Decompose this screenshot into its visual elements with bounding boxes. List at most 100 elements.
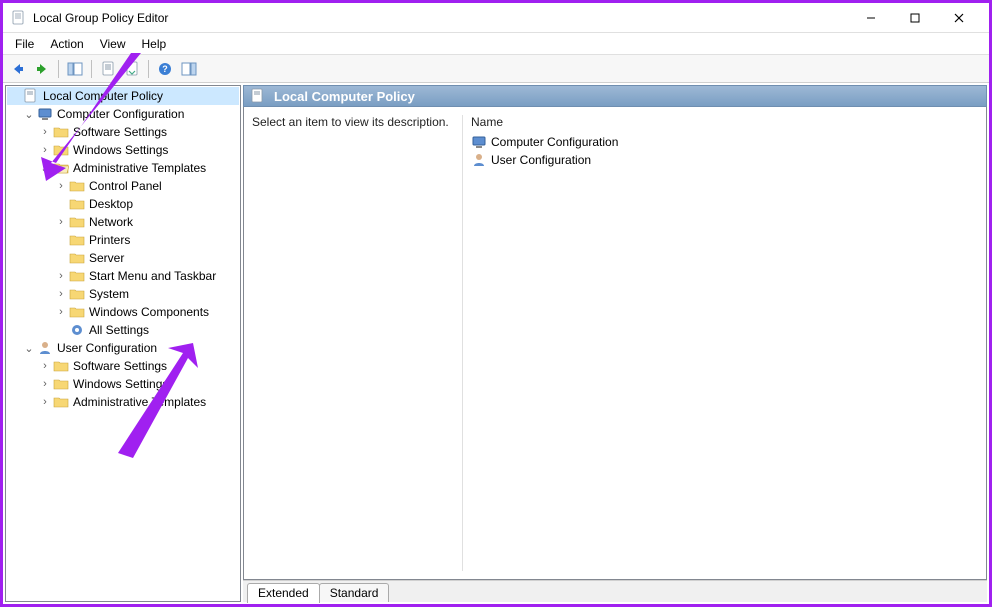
help-button[interactable]: ? — [154, 58, 176, 80]
list-item-computer-config[interactable]: Computer Configuration — [471, 133, 978, 151]
twisty-spacer — [55, 252, 67, 264]
policy-icon — [250, 88, 266, 104]
content-area: Local Computer Policy ⌄ Computer Configu… — [3, 83, 989, 604]
tree-components[interactable]: › Windows Components — [7, 303, 239, 321]
tree-user-config[interactable]: ⌄ User Configuration — [7, 339, 239, 357]
svg-text:?: ? — [162, 64, 168, 74]
export-button[interactable] — [121, 58, 143, 80]
tree-label: Network — [89, 215, 133, 229]
tree-uc-software[interactable]: › Software Settings — [7, 357, 239, 375]
expand-collapse-icon[interactable]: › — [39, 144, 51, 156]
show-hide-actionpane-button[interactable] — [178, 58, 200, 80]
tree-label: Printers — [89, 233, 130, 247]
expand-collapse-icon[interactable]: › — [39, 396, 51, 408]
tree-network[interactable]: › Network — [7, 213, 239, 231]
tree-uc-admin[interactable]: › Administrative Templates — [7, 393, 239, 411]
detail-header: Local Computer Policy — [243, 85, 987, 107]
expand-collapse-icon[interactable]: › — [39, 378, 51, 390]
folder-icon — [53, 394, 69, 410]
folder-icon — [69, 250, 85, 266]
expand-collapse-icon[interactable]: › — [55, 180, 67, 192]
expand-collapse-icon[interactable]: › — [55, 216, 67, 228]
tree-label: Software Settings — [73, 359, 167, 373]
description-column: Select an item to view its description. — [252, 115, 462, 571]
tab-extended[interactable]: Extended — [247, 583, 320, 603]
minimize-button[interactable] — [849, 4, 893, 32]
properties-button[interactable] — [97, 58, 119, 80]
policy-icon — [23, 88, 39, 104]
folder-icon — [53, 358, 69, 374]
tree-label: Control Panel — [89, 179, 162, 193]
folder-icon — [53, 142, 69, 158]
tree-label: Software Settings — [73, 125, 167, 139]
folder-icon — [69, 304, 85, 320]
tab-standard[interactable]: Standard — [319, 583, 390, 602]
tree-computer-config[interactable]: ⌄ Computer Configuration — [7, 105, 239, 123]
toolbar-separator — [58, 60, 59, 78]
twisty-spacer — [55, 198, 67, 210]
expand-collapse-icon[interactable]: ⌄ — [23, 108, 35, 120]
list-label: Computer Configuration — [491, 135, 618, 149]
close-button[interactable] — [937, 4, 981, 32]
folder-icon — [69, 286, 85, 302]
tree-root[interactable]: Local Computer Policy — [7, 87, 239, 105]
folder-icon — [69, 178, 85, 194]
toolbar-separator — [148, 60, 149, 78]
expand-collapse-icon[interactable]: › — [55, 306, 67, 318]
tree-printers[interactable]: Printers — [7, 231, 239, 249]
user-icon — [37, 340, 53, 356]
tree-label: System — [89, 287, 129, 301]
tree-label: Server — [89, 251, 124, 265]
tree-desktop[interactable]: Desktop — [7, 195, 239, 213]
folder-icon — [53, 124, 69, 140]
folder-icon — [53, 376, 69, 392]
expand-collapse-icon[interactable]: ⌄ — [23, 342, 35, 354]
tree-cc-admin[interactable]: ⌄ Administrative Templates — [7, 159, 239, 177]
list-item-user-config[interactable]: User Configuration — [471, 151, 978, 169]
tree-label: Start Menu and Taskbar — [89, 269, 216, 283]
toolbar: ? — [3, 55, 989, 83]
tree-cc-windows[interactable]: › Windows Settings — [7, 141, 239, 159]
tabstrip: Extended Standard — [243, 580, 987, 602]
tree-label: Windows Settings — [73, 377, 168, 391]
column-header-name[interactable]: Name — [471, 115, 978, 133]
tree-label: Administrative Templates — [73, 161, 206, 175]
menu-help[interactable]: Help — [134, 35, 175, 53]
tree-uc-windows[interactable]: › Windows Settings — [7, 375, 239, 393]
folder-icon — [69, 196, 85, 212]
tree-label: Local Computer Policy — [43, 89, 163, 103]
computer-icon — [37, 106, 53, 122]
menu-action[interactable]: Action — [42, 35, 91, 53]
back-button[interactable] — [7, 58, 29, 80]
menu-view[interactable]: View — [92, 35, 134, 53]
expand-collapse-icon[interactable]: › — [55, 288, 67, 300]
tree-cc-software[interactable]: › Software Settings — [7, 123, 239, 141]
tree-startmenu[interactable]: › Start Menu and Taskbar — [7, 267, 239, 285]
expand-collapse-icon[interactable]: ⌄ — [39, 162, 51, 174]
tree-label: User Configuration — [57, 341, 157, 355]
maximize-button[interactable] — [893, 4, 937, 32]
expand-collapse-icon[interactable]: › — [39, 126, 51, 138]
expand-collapse-icon[interactable]: › — [39, 360, 51, 372]
list-label: User Configuration — [491, 153, 591, 167]
folder-open-icon — [53, 160, 69, 176]
tree-label: Windows Settings — [73, 143, 168, 157]
detail-body: Select an item to view its description. … — [243, 107, 987, 580]
tree-label: All Settings — [89, 323, 149, 337]
menu-file[interactable]: File — [7, 35, 42, 53]
tree-system[interactable]: › System — [7, 285, 239, 303]
tree-control-panel[interactable]: › Control Panel — [7, 177, 239, 195]
gpedit-window: Local Group Policy Editor File Action Vi… — [0, 0, 992, 607]
tree-pane[interactable]: Local Computer Policy ⌄ Computer Configu… — [5, 85, 241, 602]
settings-icon — [69, 322, 85, 338]
expand-collapse-icon[interactable]: › — [55, 270, 67, 282]
tree-all-settings[interactable]: All Settings — [7, 321, 239, 339]
show-hide-tree-button[interactable] — [64, 58, 86, 80]
titlebar: Local Group Policy Editor — [3, 3, 989, 33]
computer-icon — [471, 134, 487, 150]
folder-icon — [69, 214, 85, 230]
tree-server[interactable]: Server — [7, 249, 239, 267]
folder-icon — [69, 268, 85, 284]
tree-label: Desktop — [89, 197, 133, 211]
forward-button[interactable] — [31, 58, 53, 80]
